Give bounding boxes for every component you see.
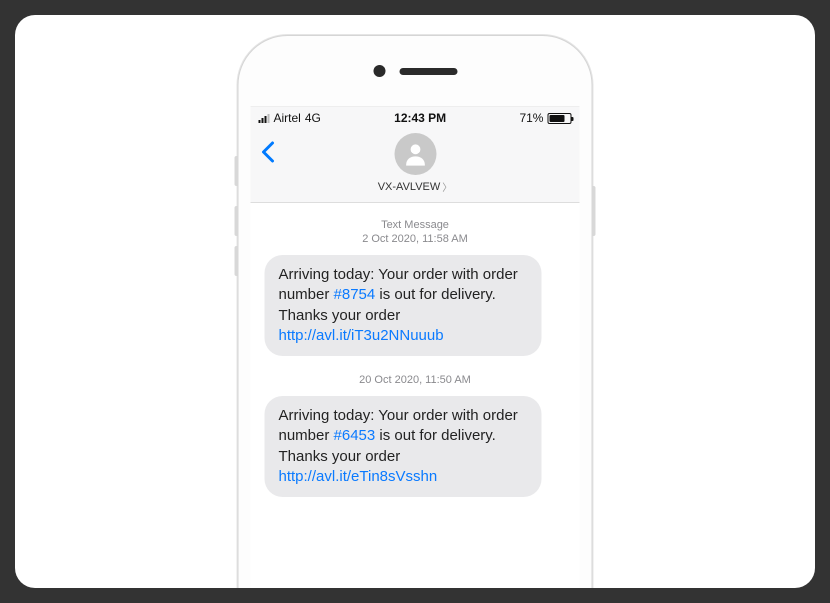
message-bubble[interactable]: Arriving today: Your order with order nu… (265, 396, 542, 497)
order-link[interactable]: #8754 (334, 286, 376, 303)
sender-name: VX-AVLVEW (378, 181, 441, 193)
earpiece-speaker (399, 68, 457, 75)
clock: 12:43 PM (394, 111, 446, 125)
message-timestamp: 2 Oct 2020, 11:58 AM (265, 233, 566, 245)
back-button[interactable] (261, 141, 275, 170)
contact-avatar[interactable] (394, 133, 436, 175)
order-link[interactable]: #6453 (334, 427, 376, 444)
signal-icon (259, 114, 270, 123)
message-type-label: Text Message (265, 219, 566, 231)
message-bubble[interactable]: Arriving today: Your order with order nu… (265, 255, 542, 356)
sender-name-row[interactable]: VX-AVLVEW 〉 (378, 179, 453, 194)
status-bar: Airtel 4G 12:43 PM 71% (251, 107, 580, 129)
phone-screen: Airtel 4G 12:43 PM 71% VX-AVLVEW (251, 106, 580, 588)
message-timestamp: 20 Oct 2020, 11:50 AM (265, 374, 566, 386)
person-icon (401, 140, 429, 168)
messages-container[interactable]: Text Message 2 Oct 2020, 11:58 AM Arrivi… (251, 203, 580, 525)
battery-icon (547, 113, 571, 124)
battery-pct: 71% (519, 111, 543, 125)
chevron-right-icon: 〉 (442, 179, 452, 194)
carrier-label: Airtel (274, 111, 301, 125)
nav-header: VX-AVLVEW 〉 (251, 129, 580, 203)
tracking-url[interactable]: http://avl.it/eTin8sVsshn (279, 468, 438, 485)
phone-notch (239, 36, 592, 106)
phone-frame: Airtel 4G 12:43 PM 71% VX-AVLVEW (238, 35, 593, 588)
network-label: 4G (305, 111, 321, 125)
card-container: Airtel 4G 12:43 PM 71% VX-AVLVEW (15, 15, 815, 588)
front-camera (373, 65, 385, 77)
tracking-url[interactable]: http://avl.it/iT3u2NNuuub (279, 327, 444, 344)
chevron-left-icon (261, 141, 275, 163)
